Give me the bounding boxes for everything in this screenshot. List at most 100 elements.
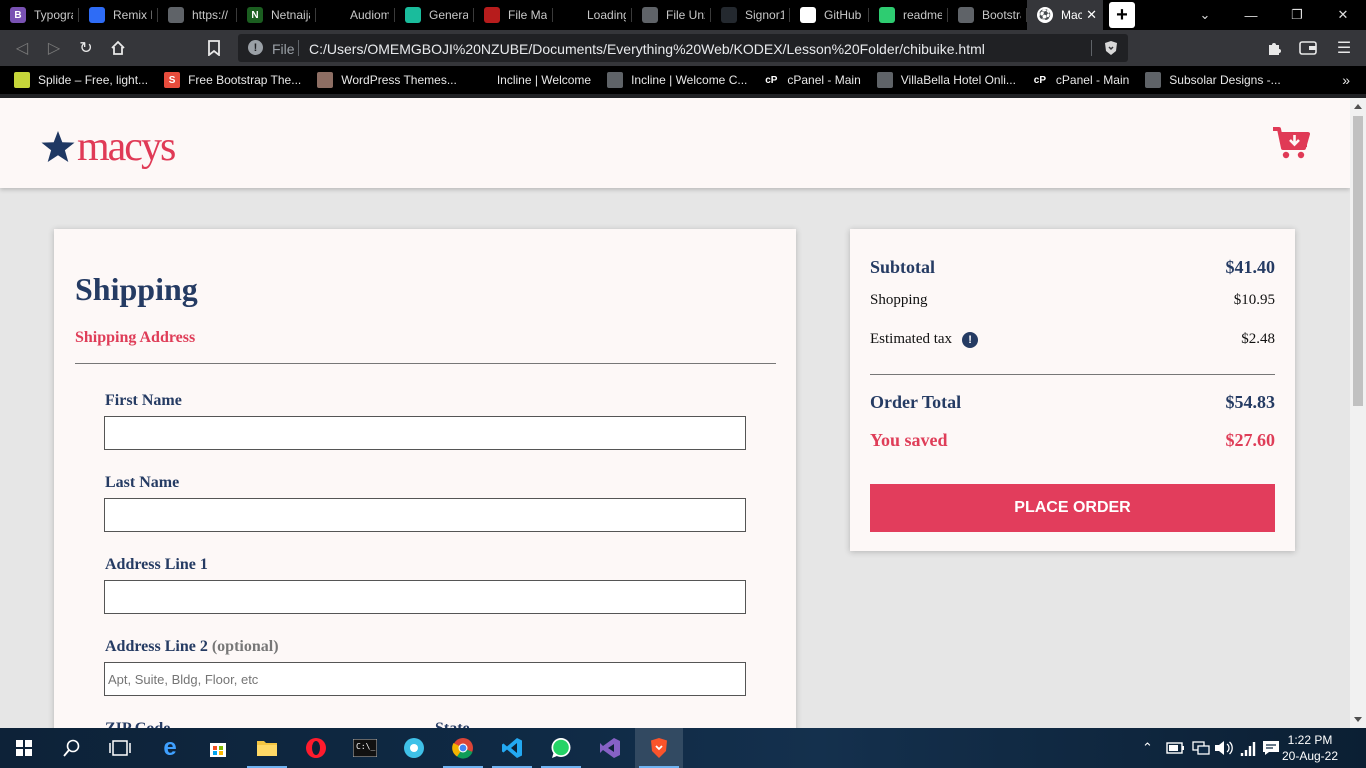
favicon-icon	[484, 7, 500, 23]
url-text[interactable]: C:/Users/OMEMGBOJI%20NZUBE/Documents/Eve…	[309, 41, 985, 57]
tab-active[interactable]: ⚽ Mac ✕	[1027, 0, 1103, 30]
favicon-icon	[326, 7, 342, 23]
search-icon[interactable]	[48, 728, 96, 768]
last-name-input[interactable]	[104, 498, 746, 532]
minimize-icon[interactable]: —	[1228, 0, 1274, 30]
bookmark-label: Incline | Welcome	[496, 73, 592, 87]
bookmark-label: Incline | Welcome C...	[631, 73, 748, 87]
scroll-down-icon[interactable]	[1354, 717, 1362, 722]
bookmark-item[interactable]: S Free Bootstrap The...	[164, 72, 301, 88]
tab-item[interactable]: GitHub	[790, 0, 869, 30]
system-clock[interactable]: 1:22 PM 20-Aug-22	[1280, 732, 1340, 764]
back-icon[interactable]: ◁	[10, 36, 34, 60]
brand-logo[interactable]: macys	[40, 126, 176, 168]
windows-start-icon[interactable]	[0, 728, 48, 768]
scroll-up-icon[interactable]	[1354, 104, 1362, 109]
menu-icon[interactable]: ☰	[1332, 36, 1356, 60]
bookmark-item[interactable]: cP cPanel - Main	[763, 72, 861, 88]
tab-item[interactable]: General	[395, 0, 474, 30]
whatsapp-icon[interactable]	[537, 728, 585, 768]
tab-item[interactable]: Loading	[553, 0, 632, 30]
brave-icon[interactable]	[635, 728, 683, 768]
bookmark-item[interactable]: Subsolar Designs -...	[1145, 72, 1281, 88]
last-name-label-text: Last Name	[105, 474, 180, 491]
tab-item[interactable]: File Unz	[632, 0, 711, 30]
page-viewport: macys Shipping Shipping Address First Na…	[0, 98, 1350, 728]
address-line-2-input[interactable]	[104, 662, 746, 696]
close-window-icon[interactable]: ✕	[1320, 0, 1366, 30]
home-icon[interactable]	[106, 36, 130, 60]
task-view-icon[interactable]	[96, 728, 144, 768]
cart-download-icon[interactable]	[1272, 126, 1310, 160]
notifications-icon[interactable]	[1262, 728, 1280, 768]
tab-item[interactable]: B Typogra	[0, 0, 79, 30]
bookmark-item[interactable]: Incline | Welcome	[472, 72, 592, 88]
bookmark-label: cPanel - Main	[1055, 73, 1130, 87]
chrome-icon[interactable]	[439, 728, 487, 768]
order-total-row: Order Total $54.83	[870, 392, 1275, 413]
tab-item[interactable]: Signor1	[711, 0, 790, 30]
opera-icon[interactable]	[292, 728, 340, 768]
restore-icon[interactable]: ❐	[1274, 0, 1320, 30]
order-summary-card: Subtotal $41.40 Shopping $10.95 Estimate…	[850, 229, 1295, 551]
bookmark-item[interactable]: WordPress Themes...	[317, 72, 457, 88]
tab-title: Bootstra	[982, 8, 1021, 22]
tab-item[interactable]: https://	[158, 0, 237, 30]
close-tab-icon[interactable]: ✕	[1086, 7, 1097, 23]
tab-item[interactable]: Audiom	[316, 0, 395, 30]
bookmark-item[interactable]: Splide – Free, light...	[14, 72, 148, 88]
tab-search-icon[interactable]: ⌄	[1182, 0, 1228, 30]
store-icon[interactable]	[194, 728, 242, 768]
vscode-icon[interactable]	[488, 728, 536, 768]
tab-title: File Man	[508, 8, 547, 22]
favicon-icon	[800, 7, 816, 23]
show-hidden-icons-icon[interactable]: ⌃	[1142, 728, 1153, 768]
network-icon[interactable]	[1192, 728, 1210, 768]
visual-studio-icon[interactable]	[586, 728, 634, 768]
first-name-label: First Name	[105, 392, 182, 410]
volume-icon[interactable]	[1214, 728, 1234, 768]
first-name-input[interactable]	[104, 416, 746, 450]
last-name-label: Last Name	[105, 474, 179, 492]
wifi-icon[interactable]	[1240, 728, 1258, 768]
favicon-icon	[405, 7, 421, 23]
page-scrollbar[interactable]	[1350, 98, 1366, 728]
bookmark-item[interactable]: Incline | Welcome C...	[607, 72, 747, 88]
tax-label: Estimated tax	[870, 331, 953, 347]
reload-icon[interactable]: ↻	[74, 36, 98, 60]
battery-icon[interactable]	[1166, 728, 1186, 768]
address-bar[interactable]: ! File C:/Users/OMEMGBOJI%20NZUBE/Docume…	[238, 34, 1128, 62]
bookmark-icon[interactable]	[202, 36, 226, 60]
place-order-button[interactable]: PLACE ORDER	[870, 484, 1275, 532]
address-line-1-input[interactable]	[104, 580, 746, 614]
address-line-2-label-text: Address Line 2	[105, 638, 208, 655]
wallet-icon[interactable]	[1296, 36, 1320, 60]
bookmarks-bar: Splide – Free, light... S Free Bootstrap T…	[0, 66, 1366, 94]
tab-item[interactable]: File Man	[474, 0, 553, 30]
edge-icon[interactable]: e	[146, 728, 194, 768]
tab-item[interactable]: N Netnaija	[237, 0, 316, 30]
scroll-thumb[interactable]	[1353, 116, 1363, 406]
tab-title: Typogra	[34, 8, 73, 22]
app-icon[interactable]	[390, 728, 438, 768]
more-bookmarks-icon[interactable]: »	[1342, 72, 1350, 88]
favicon-icon	[1145, 72, 1162, 88]
taskbar: e C:\_ ⌃ 1:22 PM 20-Aug-22	[0, 728, 1366, 768]
tab-item[interactable]: Remix Ic	[79, 0, 158, 30]
forward-icon[interactable]: ▷	[42, 36, 66, 60]
tab-title: Loading	[587, 8, 626, 22]
new-tab-button[interactable]: +	[1109, 2, 1135, 28]
file-explorer-icon[interactable]	[243, 728, 291, 768]
info-icon[interactable]: !	[248, 40, 263, 55]
info-icon[interactable]: !	[962, 331, 979, 348]
brave-shield-icon[interactable]	[1103, 40, 1119, 56]
terminal-icon[interactable]: C:\_	[341, 728, 389, 768]
tab-item[interactable]: Bootstra	[948, 0, 1027, 30]
bookmark-item[interactable]: cP cPanel - Main	[1031, 72, 1130, 88]
bookmark-label: Free Bootstrap The...	[188, 73, 302, 87]
extensions-icon[interactable]	[1262, 36, 1286, 60]
tab-item[interactable]: readme	[869, 0, 948, 30]
bookmark-item[interactable]: VillaBella Hotel Onli...	[876, 72, 1016, 88]
order-total-value: $54.83	[1225, 392, 1276, 412]
subtotal-value: $41.40	[1225, 257, 1276, 277]
